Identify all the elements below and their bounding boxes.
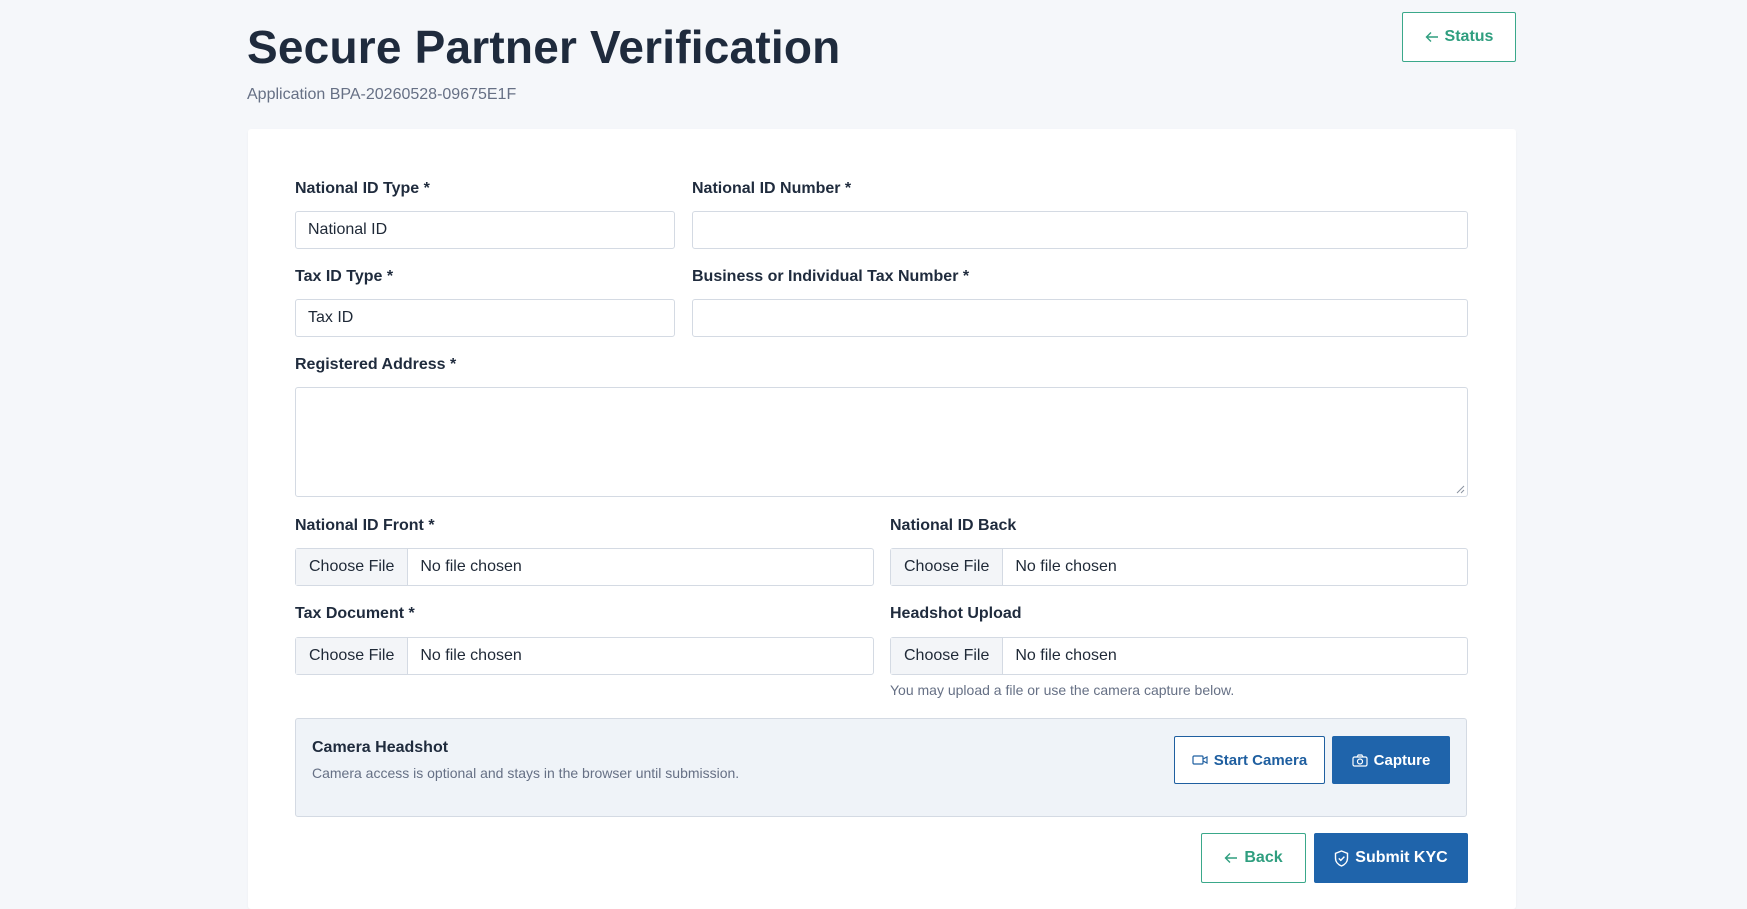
arrow-left-icon [1425, 31, 1439, 43]
tax-id-type-value: Tax ID [308, 309, 354, 326]
page-title: Secure Partner Verification [247, 21, 841, 73]
national-id-front-status: No file chosen [420, 558, 522, 575]
national-id-front-label: National ID Front * [295, 517, 435, 534]
tax-id-type-label: Tax ID Type * [295, 268, 394, 285]
submit-kyc-label: Submit KYC [1355, 849, 1448, 866]
start-camera-label: Start Camera [1213, 751, 1308, 769]
status-button-label: Status [1444, 28, 1494, 45]
national-id-back-status: No file chosen [1015, 558, 1117, 575]
headshot-upload-label: Headshot Upload [890, 605, 1022, 622]
national-id-front-choose-button[interactable]: Choose File [296, 549, 409, 585]
tax-id-type-select[interactable]: Tax ID [295, 299, 675, 337]
tax-document-label: Tax Document * [295, 605, 415, 622]
national-id-type-label: National ID Type * [295, 180, 430, 197]
application-id: Application BPA-20260528-09675E1F [247, 86, 517, 103]
resize-grip-icon[interactable] [1455, 484, 1465, 494]
capture-label: Capture [1373, 751, 1431, 769]
camera-headshot-title: Camera Headshot [312, 739, 449, 756]
page-header: Secure Partner Verification Application … [247, 20, 840, 104]
headshot-upload-hint: You may upload a file or use the camera … [890, 682, 1235, 698]
camera-headshot-description: Camera access is optional and stays in t… [312, 765, 740, 781]
capture-button[interactable]: Capture [1332, 736, 1450, 784]
tax-number-input[interactable] [692, 299, 1468, 337]
kyc-form-card: National ID Type * National ID National … [248, 129, 1516, 909]
tax-document-choose-button[interactable]: Choose File [296, 638, 409, 674]
shield-check-icon [1334, 849, 1349, 867]
arrow-left-icon [1224, 852, 1238, 864]
headshot-upload-status: No file chosen [1015, 647, 1117, 664]
tax-document-file-input[interactable]: Choose File No file chosen [295, 637, 874, 675]
tax-number-label: Business or Individual Tax Number * [692, 268, 970, 285]
national-id-front-file-input[interactable]: Choose File No file chosen [295, 548, 874, 586]
national-id-back-choose-button[interactable]: Choose File [891, 549, 1004, 585]
national-id-type-select[interactable]: National ID [295, 211, 675, 249]
registered-address-label: Registered Address * [295, 356, 457, 373]
back-button[interactable]: Back [1201, 833, 1306, 883]
camera-headshot-panel: Camera Headshot Camera access is optiona… [295, 718, 1467, 817]
national-id-number-input[interactable] [692, 211, 1468, 249]
national-id-number-label: National ID Number * [692, 180, 852, 197]
national-id-back-file-input[interactable]: Choose File No file chosen [890, 548, 1468, 586]
national-id-back-label: National ID Back [890, 517, 1017, 534]
headshot-upload-choose-button[interactable]: Choose File [891, 638, 1004, 674]
national-id-type-value: National ID [308, 221, 388, 238]
registered-address-textarea[interactable] [295, 387, 1468, 497]
camera-icon [1352, 753, 1368, 767]
submit-kyc-button[interactable]: Submit KYC [1314, 833, 1468, 883]
video-icon [1192, 754, 1208, 766]
headshot-upload-file-input[interactable]: Choose File No file chosen [890, 637, 1468, 675]
start-camera-button[interactable]: Start Camera [1174, 736, 1325, 784]
back-label: Back [1244, 849, 1283, 866]
status-button[interactable]: Status [1402, 12, 1516, 62]
tax-document-status: No file chosen [420, 647, 522, 664]
